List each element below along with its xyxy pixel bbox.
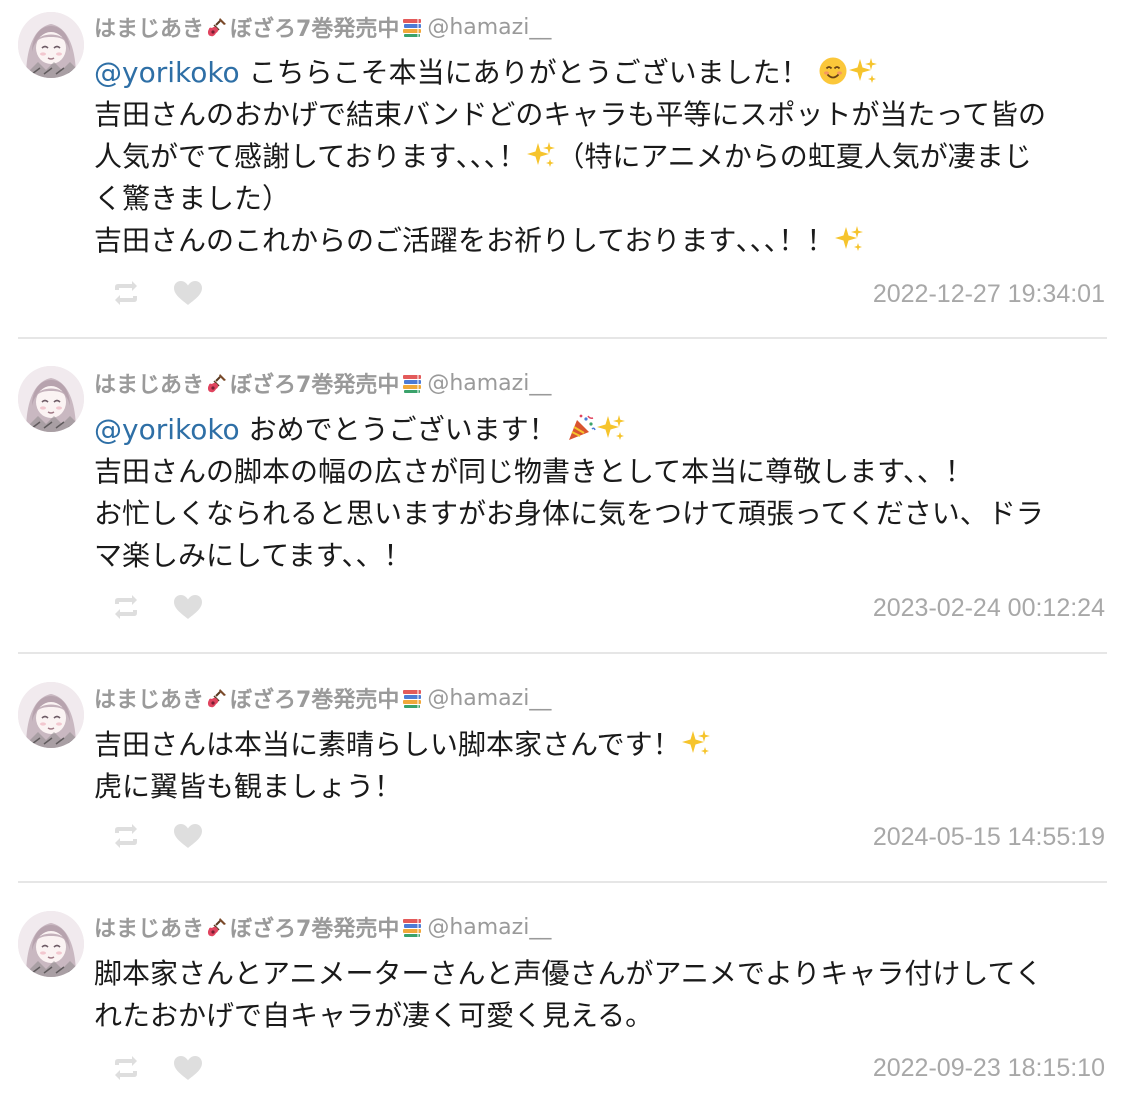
tweet-actions (110, 1054, 204, 1082)
display-name-suffix[interactable]: ぼざろ7巻発売中 (230, 911, 399, 943)
avatar[interactable] (18, 366, 84, 432)
books-icon (400, 915, 424, 939)
display-name[interactable]: はまじあき (94, 682, 204, 714)
text-line: おめでとうございます！ (239, 413, 557, 446)
mention-link[interactable]: @yorikoko (94, 413, 240, 446)
tweet-text: 吉田さんは本当に素晴らしい脚本家さんです！ 虎に翼皆も観ましょう！ (94, 724, 1104, 808)
user-handle[interactable]: @hamazi__ (427, 915, 551, 940)
tweet-text: @yorikoko こちらこそ本当にありがとうございました！ 吉田さんのおかげで… (94, 52, 1104, 262)
user-handle[interactable]: @hamazi__ (427, 371, 551, 396)
tweet-text: @yorikoko おめでとうございます！ 吉田さんの脚本の幅の広さが同じ物書き… (94, 409, 1104, 577)
timestamp: 2023-02-24 00:12:24 (872, 594, 1105, 622)
heart-icon[interactable] (172, 1054, 204, 1082)
heart-icon[interactable] (172, 822, 204, 850)
divider (18, 337, 1107, 339)
smiling-face-icon (818, 56, 848, 86)
guitar-icon (205, 915, 229, 939)
tweet-header: はまじあき ぼざろ7巻発売中 @hamazi__ (94, 681, 551, 715)
text-line: 人気がでて感謝しております､､､！ (94, 140, 527, 173)
timestamp: 2022-12-27 19:34:01 (872, 280, 1105, 308)
tweet-actions (110, 822, 204, 850)
user-handle[interactable]: @hamazi__ (427, 686, 551, 711)
display-name-suffix[interactable]: ぼざろ7巻発売中 (230, 11, 399, 43)
party-popper-icon (566, 413, 596, 443)
text-line: 吉田さんのこれからのご活躍をお祈りしております､､､！！ (94, 224, 835, 257)
text-line: 虎に翼皆も観ましょう！ (94, 770, 403, 803)
tweet-actions (110, 593, 204, 621)
sparkles-icon (526, 140, 556, 170)
guitar-icon (205, 686, 229, 710)
timestamp: 2022-09-23 18:15:10 (872, 1054, 1105, 1082)
sparkles-icon (596, 413, 626, 443)
sparkles-icon (834, 224, 864, 254)
divider (18, 881, 1107, 883)
tweet-header: はまじあき ぼざろ7巻発売中 @hamazi__ (94, 366, 551, 400)
tweet-text: 脚本家さんとアニメーターさんと声優さんがアニメでよりキャラ付けしてく れたおかげ… (94, 953, 1104, 1037)
display-name-suffix[interactable]: ぼざろ7巻発売中 (230, 682, 399, 714)
avatar[interactable] (18, 12, 84, 78)
avatar[interactable] (18, 682, 84, 748)
text-line: 吉田さんの脚本の幅の広さが同じ物書きとして本当に尊敬します、、！ (94, 455, 973, 488)
books-icon (400, 686, 424, 710)
user-handle[interactable]: @hamazi__ (427, 15, 551, 40)
sparkles-icon (681, 728, 711, 758)
text-line: こちらこそ本当にありがとうございました！ (239, 56, 809, 89)
text-line: 脚本家さんとアニメーターさんと声優さんがアニメでよりキャラ付けしてく (94, 957, 1043, 990)
text-line: れたおかげで自キャラが凄く可愛く見える。 (94, 999, 654, 1032)
display-name[interactable]: はまじあき (94, 11, 204, 43)
divider (18, 652, 1107, 654)
retweet-icon[interactable] (110, 1054, 142, 1082)
text-line-continued: （特にアニメからの虹夏人気が凄まじ (556, 140, 1032, 173)
text-line: 吉田さんは本当に素晴らしい脚本家さんです！ (94, 728, 681, 761)
display-name-suffix[interactable]: ぼざろ7巻発売中 (230, 367, 399, 399)
timestamp: 2024-05-15 14:55:19 (872, 823, 1105, 851)
retweet-icon[interactable] (110, 593, 142, 621)
text-line: マ楽しみにしてます、、！ (94, 539, 412, 572)
guitar-icon (205, 371, 229, 395)
tweet-header: はまじあき ぼざろ7巻発売中 @hamazi__ (94, 910, 551, 944)
mention-link[interactable]: @yorikoko (94, 56, 240, 89)
tweet-actions (110, 279, 204, 307)
tweet-header: はまじあき ぼざろ7巻発売中 @hamazi__ (94, 10, 551, 44)
text-line: 吉田さんのおかげで結束バンドどのキャラも平等にスポットが当たって皆の (94, 98, 1047, 131)
books-icon (400, 15, 424, 39)
text-line: お忙しくなられると思いますがお身体に気をつけて頑張ってください、ドラ (94, 497, 1044, 530)
heart-icon[interactable] (172, 279, 204, 307)
heart-icon[interactable] (172, 593, 204, 621)
display-name[interactable]: はまじあき (94, 367, 204, 399)
books-icon (400, 371, 424, 395)
retweet-icon[interactable] (110, 279, 142, 307)
avatar[interactable] (18, 911, 84, 977)
display-name[interactable]: はまじあき (94, 911, 204, 943)
sparkles-icon (848, 56, 878, 86)
guitar-icon (205, 15, 229, 39)
retweet-icon[interactable] (110, 822, 142, 850)
text-line: く驚きました） (94, 182, 291, 215)
